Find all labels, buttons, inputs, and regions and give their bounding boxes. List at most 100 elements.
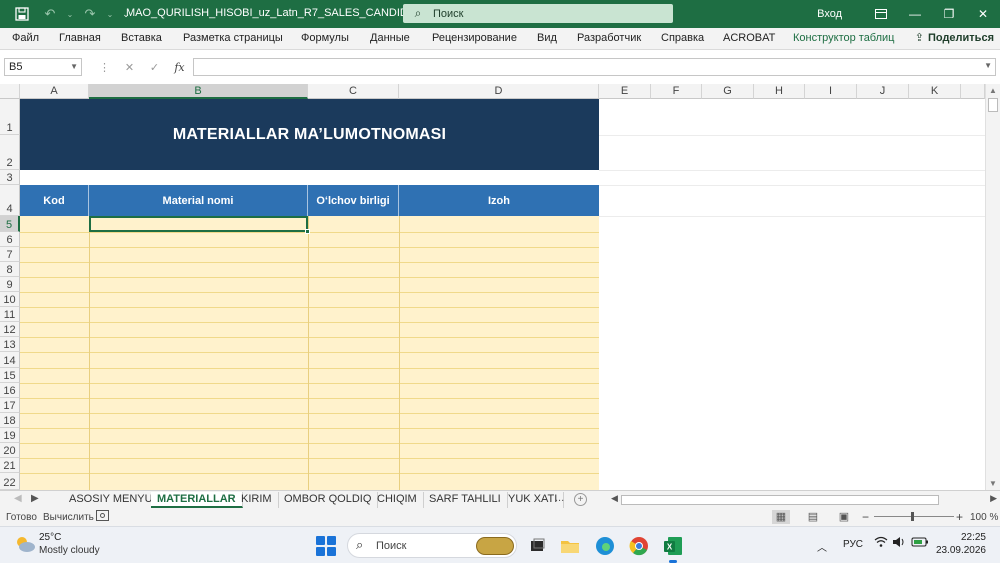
select-all-corner[interactable]	[0, 84, 20, 99]
zoom-in-icon[interactable]: +	[956, 510, 963, 524]
header-cell-kod[interactable]: Kod	[20, 185, 89, 216]
sheet-tab-kirim[interactable]: KIRIM	[235, 492, 279, 508]
sheet-tab-materiallar[interactable]: MATERIALLAR	[151, 492, 243, 508]
sheet-tab-sarf-tahlili[interactable]: SARF TAHLILI	[423, 492, 508, 508]
row-header-11[interactable]: 11	[0, 307, 20, 322]
clock-time[interactable]: 22:25	[961, 532, 986, 543]
ribbon-display-options-icon[interactable]	[864, 0, 898, 28]
header-cell-material-nomi[interactable]: Material nomi	[89, 185, 308, 216]
tab-data[interactable]: Данные	[370, 32, 410, 44]
enter-icon[interactable]: ✓	[142, 61, 167, 74]
prev-sheet-icon[interactable]: ◀	[14, 493, 22, 504]
tab-acrobat[interactable]: ACROBAT	[723, 32, 775, 44]
scroll-down-icon[interactable]: ▼	[989, 479, 997, 488]
tab-review[interactable]: Рецензирование	[432, 32, 517, 44]
weather-description[interactable]: Mostly cloudy	[39, 545, 100, 556]
redo-dropdown-icon[interactable]: ⌄	[104, 0, 116, 28]
tab-file[interactable]: Файл	[12, 32, 39, 44]
taskbar-search-box[interactable]: ⌕ Поиск	[347, 533, 517, 558]
page-layout-view-icon[interactable]: ▤	[804, 510, 822, 524]
close-icon[interactable]: ✕	[966, 0, 1000, 28]
weather-icon[interactable]	[14, 535, 36, 553]
column-header-c[interactable]: C	[308, 84, 399, 99]
scroll-up-icon[interactable]: ▲	[989, 86, 997, 95]
active-cell-b5[interactable]	[89, 216, 308, 232]
row-header-15[interactable]: 15	[0, 368, 20, 383]
sheet-title[interactable]: MATERIALLAR MA’LUMOTNOMASI	[20, 99, 599, 170]
tab-view[interactable]: Вид	[537, 32, 557, 44]
restore-icon[interactable]: ❐	[932, 0, 966, 28]
battery-icon[interactable]	[911, 536, 929, 551]
row-header-4[interactable]: 4	[0, 185, 20, 216]
fill-handle[interactable]	[305, 229, 310, 234]
zoom-level[interactable]: 100 %	[970, 512, 998, 523]
column-header-g[interactable]: G	[702, 84, 754, 99]
title-search-box[interactable]: ⌕ Поиск	[403, 4, 673, 23]
share-button[interactable]: ⇪ Поделиться	[915, 31, 994, 44]
page-break-view-icon[interactable]: ▣	[835, 510, 853, 524]
add-sheet-icon[interactable]: +	[574, 493, 587, 506]
show-hidden-icons-icon[interactable]: ︿	[817, 539, 827, 554]
row-header-1[interactable]: 1	[0, 99, 20, 135]
tab-insert[interactable]: Вставка	[121, 32, 162, 44]
tab-page-layout[interactable]: Разметка страницы	[183, 32, 283, 44]
zoom-slider-knob[interactable]	[911, 512, 914, 521]
task-view-icon[interactable]	[525, 534, 549, 558]
row-header-14[interactable]: 14	[0, 352, 20, 368]
chrome-browser-icon[interactable]	[627, 534, 651, 558]
row-header-10[interactable]: 10	[0, 292, 20, 307]
save-icon[interactable]	[8, 0, 36, 28]
edge-browser-icon[interactable]	[593, 534, 617, 558]
tab-formulas[interactable]: Формулы	[301, 32, 349, 44]
calculate-button[interactable]: Вычислить	[43, 512, 94, 523]
sheet-tab-asosiy-menyu[interactable]: ASOSIY MENYU	[63, 492, 160, 508]
tab-table-design[interactable]: Конструктор таблиц	[793, 32, 894, 44]
column-header-partial[interactable]	[961, 84, 985, 99]
windows-start-icon[interactable]	[316, 536, 336, 556]
horizontal-scroll-thumb[interactable]	[621, 495, 939, 505]
insert-function-icon[interactable]: fx	[167, 61, 192, 74]
tab-home[interactable]: Главная	[59, 32, 101, 44]
next-sheet-icon[interactable]: ▶	[31, 493, 39, 504]
more-sheets-button[interactable]: ...	[555, 492, 564, 504]
row-header-22[interactable]: 22	[0, 473, 20, 490]
accessibility-icon[interactable]	[96, 510, 109, 525]
row-header-21[interactable]: 21	[0, 458, 20, 473]
tab-developer[interactable]: Разработчик	[577, 32, 641, 44]
column-header-f[interactable]: F	[651, 84, 702, 99]
input-language-indicator[interactable]: РУС	[843, 539, 863, 550]
formula-input[interactable]: ▼	[193, 58, 996, 76]
row-header-6[interactable]: 6	[0, 232, 20, 247]
column-header-e[interactable]: E	[599, 84, 651, 99]
zoom-slider[interactable]	[874, 516, 954, 517]
undo-icon[interactable]: ↶	[36, 0, 64, 28]
row-header-3[interactable]: 3	[0, 170, 20, 185]
row-header-5[interactable]: 5	[0, 216, 20, 232]
column-header-i[interactable]: I	[805, 84, 857, 99]
wifi-icon[interactable]	[874, 536, 888, 551]
row-header-16[interactable]: 16	[0, 383, 20, 398]
column-header-a[interactable]: A	[20, 84, 89, 99]
clock-date[interactable]: 23.09.2026	[936, 545, 986, 556]
file-explorer-icon[interactable]	[558, 534, 582, 558]
row-header-13[interactable]: 13	[0, 337, 20, 352]
normal-view-icon[interactable]: ▦	[772, 510, 790, 524]
sheet-tab-chiqim[interactable]: CHIQIM	[371, 492, 424, 508]
vertical-scroll-thumb[interactable]	[988, 98, 998, 112]
cancel-icon[interactable]: ✕	[117, 61, 142, 74]
row-header-18[interactable]: 18	[0, 413, 20, 428]
row-header-20[interactable]: 20	[0, 443, 20, 458]
excel-app-icon[interactable]: X	[661, 534, 685, 563]
column-header-j[interactable]: J	[857, 84, 909, 99]
column-header-b[interactable]: B	[89, 84, 308, 99]
row-header-9[interactable]: 9	[0, 277, 20, 292]
zoom-out-icon[interactable]: −	[862, 510, 869, 524]
redo-icon[interactable]: ↷	[76, 0, 104, 28]
header-cell-olchov-birligi[interactable]: O‘lchov birligi	[308, 185, 399, 216]
name-box-dropdown-icon[interactable]: ▼	[70, 59, 78, 75]
minimize-icon[interactable]: —	[898, 0, 932, 28]
column-header-k[interactable]: K	[909, 84, 961, 99]
row-header-19[interactable]: 19	[0, 428, 20, 443]
row-header-7[interactable]: 7	[0, 247, 20, 262]
volume-icon[interactable]	[892, 536, 906, 551]
